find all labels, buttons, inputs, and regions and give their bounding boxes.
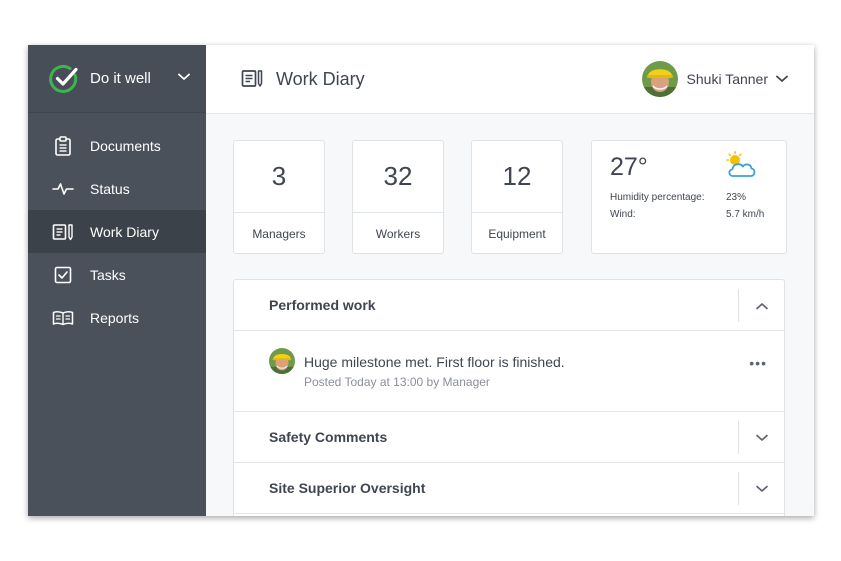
weather-card: 27° Humidity percentage: 23% Wind: 5.7 km (591, 140, 787, 254)
sidebar-item-label: Tasks (90, 266, 126, 283)
checkbox-icon (52, 264, 74, 286)
stat-value: 32 (353, 141, 443, 213)
sidebar: Do it well Documents Status Work Diary T… (28, 45, 206, 516)
collapse-toggle[interactable] (738, 289, 784, 322)
sidebar-item-reports[interactable]: Reports (28, 296, 206, 339)
expand-toggle[interactable] (738, 472, 784, 505)
weather-wind-row: Wind: 5.7 km/h (610, 209, 764, 220)
humidity-value: 23% (726, 192, 747, 203)
content-area: 3 Managers 32 Workers 12 Equipment 27° H… (206, 114, 814, 516)
humidity-label: Humidity percentage: (610, 192, 705, 203)
avatar (641, 61, 678, 97)
stat-label: Managers (252, 226, 306, 241)
sidebar-item-work-diary[interactable]: Work Diary (28, 210, 206, 253)
sidebar-item-label: Reports (90, 309, 140, 326)
chevron-down-icon (755, 485, 768, 492)
sidebar-item-label: Status (90, 180, 130, 197)
section-title: Performed work (269, 297, 376, 313)
wind-label: Wind: (610, 209, 636, 220)
diary-panel: Performed work Huge milestone met. First… (233, 279, 785, 516)
user-menu[interactable]: Shuki Tanner (641, 61, 788, 97)
pulse-icon (52, 178, 74, 200)
user-name: Shuki Tanner (686, 71, 768, 87)
top-bar: Work Diary Shuki Tanner (206, 45, 814, 114)
main-area: Work Diary Shuki Tanner 3 Managers 32 Wo… (206, 45, 814, 516)
section-title: Safety Comments (269, 429, 388, 445)
stat-card-equipment: 12 Equipment (471, 140, 563, 254)
book-icon (52, 307, 74, 329)
sidebar-item-tasks[interactable]: Tasks (28, 253, 206, 296)
diary-icon (52, 221, 74, 243)
stat-label: Workers (375, 226, 421, 241)
section-performed-work[interactable]: Performed work (234, 280, 784, 331)
chevron-up-icon (755, 302, 768, 309)
stat-value: 3 (234, 141, 324, 213)
weather-humidity-row: Humidity percentage: 23% (610, 192, 746, 203)
sidebar-nav: Documents Status Work Diary Tasks Report… (28, 124, 206, 339)
diary-post: Huge milestone met. First floor is finis… (234, 331, 784, 412)
chevron-down-icon[interactable] (776, 75, 788, 83)
brand-name: Do it well (90, 70, 151, 87)
brand-switcher[interactable]: Do it well (28, 45, 206, 113)
sidebar-item-label: Work Diary (90, 223, 159, 240)
stat-label: Equipment (488, 226, 546, 241)
avatar (269, 348, 295, 374)
diary-icon (241, 70, 263, 87)
stat-card-workers: 32 Workers (352, 140, 444, 254)
section-site-superior-oversight[interactable]: Site Superior Oversight (234, 463, 784, 514)
section-safety-comments[interactable]: Safety Comments (234, 412, 784, 463)
chevron-down-icon (755, 434, 768, 441)
partly-cloudy-icon (726, 151, 756, 177)
sidebar-item-documents[interactable]: Documents (28, 124, 206, 167)
app-window: Do it well Documents Status Work Diary T… (28, 45, 814, 516)
weather-temperature: 27° (610, 153, 648, 181)
clipboard-icon (52, 135, 74, 157)
section-title: Site Superior Oversight (269, 480, 426, 496)
page-title: Work Diary (276, 68, 365, 89)
stat-card-managers: 3 Managers (233, 140, 325, 254)
chevron-down-icon[interactable] (178, 73, 190, 81)
post-text: Huge milestone met. First floor is finis… (304, 354, 565, 370)
post-meta: Posted Today at 13:00 by Manager (304, 375, 490, 389)
wind-value: 5.7 km/h (726, 209, 765, 220)
sidebar-item-status[interactable]: Status (28, 167, 206, 210)
expand-toggle[interactable] (738, 421, 784, 454)
check-circle-logo-icon (49, 64, 78, 93)
sidebar-item-label: Documents (90, 137, 161, 154)
stat-value: 12 (472, 141, 562, 213)
more-options-icon[interactable]: ••• (749, 355, 767, 371)
